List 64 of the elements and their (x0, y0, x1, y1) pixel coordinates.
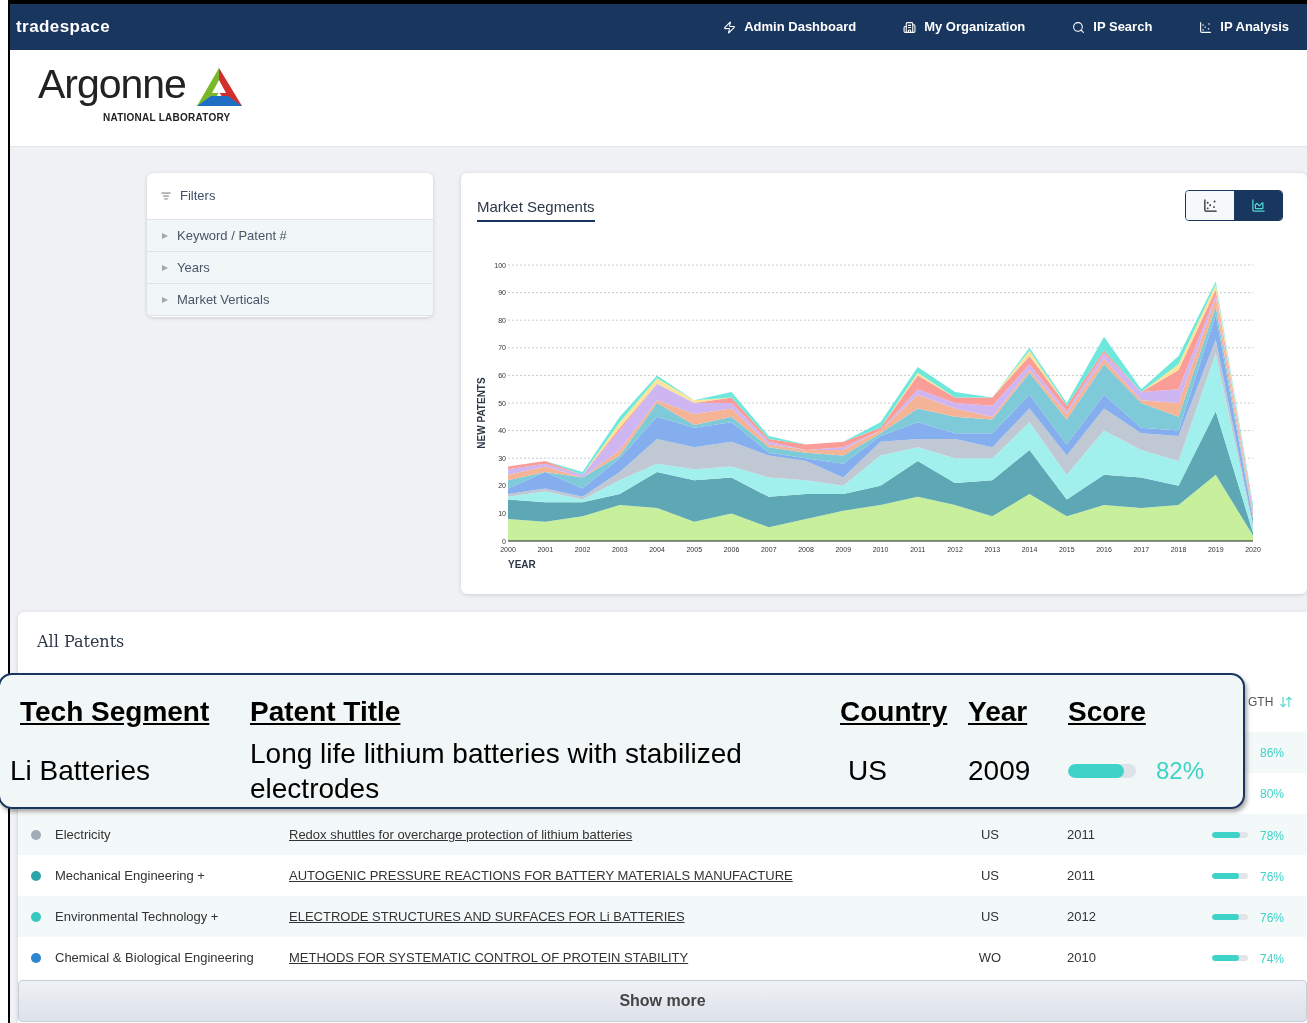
column-header[interactable]: Score (1068, 691, 1146, 734)
area-chart-icon (1250, 198, 1266, 213)
area-chart-toggle[interactable] (1234, 191, 1282, 220)
score-percent: 80% (1259, 785, 1286, 803)
country-cell-text: US (847, 753, 888, 788)
column-header[interactable]: GTH (1248, 693, 1274, 711)
patent-link[interactable]: AUTOGENIC PRESSURE REACTIONS FOR BATTERY MATERIALS MANUFACTURE (289, 865, 793, 886)
caret-icon (162, 296, 168, 303)
filter-item[interactable]: Years (147, 252, 433, 284)
year-cell-text: 2012 (1066, 907, 1097, 926)
column-header[interactable]: Patent Title (250, 691, 401, 734)
nav-link[interactable]: IP Analysis (1199, 17, 1289, 37)
section-title: All Patents (37, 631, 125, 653)
nav-link[interactable]: Admin Dashboard (723, 17, 857, 37)
country-cell-text: US (979, 825, 1001, 844)
segment-cell-text: Electricity (55, 825, 111, 844)
scatter-chart-icon (1202, 198, 1218, 213)
patent-link[interactable]: ELECTRODE STRUCTURES AND SURFACES FOR Li BATTERIES (289, 906, 685, 927)
segment-cell-text: Mechanical Engineering + (55, 866, 205, 885)
building-icon (903, 20, 917, 34)
country-cell-text: US (979, 866, 1001, 885)
year-cell-text: 2011 (1066, 866, 1096, 885)
brand-name: tradespace (16, 16, 111, 39)
lab-logo: Argonne NATIONAL LABORATORY (38, 68, 248, 128)
country-cell-text: US (979, 907, 1001, 926)
score-percent: 76% (1260, 869, 1285, 886)
year-cell-text: 2009 (968, 753, 1032, 788)
nav-link[interactable]: IP Search (1072, 17, 1153, 37)
chart-title: Market Segments (477, 196, 595, 222)
score-percent: 76% (1260, 910, 1285, 927)
filters-title: Filters (180, 187, 216, 206)
caret-icon (162, 264, 168, 271)
filter-item[interactable]: Keyword / Patent # (147, 220, 433, 252)
patent-row[interactable]: Chemical & Biological Engineering METHODS FOR SYSTEMATIC CONTROL OF PROTEIN STABILITY WO 2010 74% (18, 937, 1307, 978)
column-header[interactable]: Tech Segment (10, 691, 210, 734)
patent-row[interactable]: Electricity Redox shuttles for overcharge protection of lithium batteries US 2011 78% (18, 814, 1307, 855)
patent-row[interactable]: Mechanical Engineering + AUTOGENIC PRESSURE REACTIONS FOR BATTERY MATERIALS MANUFACTURE US 2011 76% (18, 855, 1307, 896)
column-header[interactable]: Year (968, 691, 1028, 734)
score-percent: 74% (1260, 951, 1285, 968)
search-icon (1072, 20, 1086, 34)
year-cell-text: 2010 (1066, 948, 1097, 967)
patent-link[interactable]: METHODS FOR SYSTEMATIC CONTROL OF PROTEIN STABILITY (289, 947, 689, 968)
segment-cell-text: Chemical & Biological Engineering (55, 948, 254, 967)
patent-title-cell-text: Long life lithium batteries with stabilized electrodes (250, 737, 743, 806)
score-percent: 86% (1259, 744, 1286, 762)
scatter-chart-toggle[interactable] (1186, 191, 1234, 220)
column-header[interactable]: Country (840, 691, 948, 734)
scatter-chart-icon (1199, 20, 1213, 34)
score-percent: 78% (1260, 828, 1285, 845)
country-cell-text: WO (977, 948, 1003, 967)
filter-icon (161, 191, 171, 201)
year-cell-text: 2011 (1066, 825, 1096, 844)
show-more-button[interactable]: Show more (18, 980, 1307, 1022)
score-percent: 82% (1156, 755, 1205, 786)
segment-cell-text: Environmental Technology + (55, 907, 219, 926)
x-axis-title: YEAR (508, 558, 536, 570)
nav-link[interactable]: My Organization (903, 17, 1026, 37)
patent-link[interactable]: Redox shuttles for overcharge protection of lithium batteries (289, 824, 633, 845)
caret-icon (162, 232, 168, 239)
segment-cell-text: Li Batteries (10, 753, 152, 788)
y-axis-title: NEW PATENTS (476, 376, 487, 449)
patent-row[interactable]: Environmental Technology + ELECTRODE STRUCTURES AND SURFACES FOR Li BATTERIES US 2012 76% (18, 896, 1307, 937)
filter-item[interactable]: Market Verticals (147, 284, 433, 316)
bolt-icon (723, 20, 737, 34)
